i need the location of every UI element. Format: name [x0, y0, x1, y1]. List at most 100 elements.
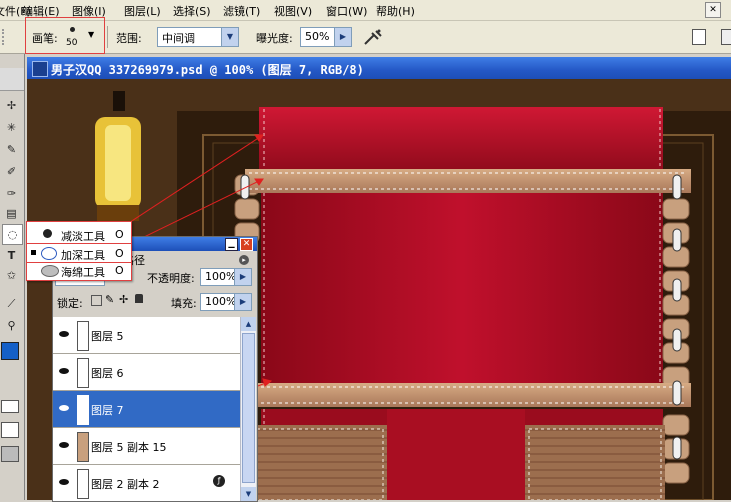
layer-row[interactable]: 图层 5 — [53, 317, 240, 354]
move-tool-icon[interactable]: ✢ — [2, 96, 21, 115]
menu-help[interactable]: 帮助(H) — [376, 3, 415, 19]
flyout-item-label: 海绵工具 — [61, 266, 105, 279]
opacity-input[interactable]: 100% ▶ — [200, 268, 252, 286]
eye-icon[interactable] — [59, 477, 69, 487]
layer-name: 图层 2 副本 2 — [91, 478, 160, 491]
range-label: 范围: — [116, 32, 142, 45]
slice-tool-icon[interactable]: ✎ — [2, 140, 21, 159]
chevron-right-icon[interactable]: ▶ — [234, 269, 251, 285]
layer-thumbnail — [77, 321, 89, 351]
menu-select[interactable]: 选择(S) — [173, 3, 211, 19]
flyout-item-shortcut: O — [115, 247, 124, 260]
scroll-down-icon[interactable]: ▼ — [241, 487, 256, 501]
fill-value: 100% — [205, 295, 237, 308]
minimize-icon[interactable]: ▁ — [225, 238, 238, 251]
selected-bullet-icon — [31, 250, 36, 255]
layer-list: 图层 5 图层 6 图层 7 图层 5 副本 15 图层 2 副本 2 ƒ — [53, 317, 240, 501]
flyout-item-sponge[interactable]: 海绵工具 O — [27, 261, 131, 279]
menu-filter[interactable]: 滤镜(T) — [223, 3, 260, 19]
layer-effects-icon[interactable]: ƒ — [213, 475, 225, 487]
divider — [107, 26, 108, 48]
lock-label: 锁定: — [57, 297, 83, 310]
magic-wand-icon[interactable]: ✳ — [2, 118, 21, 137]
layer-thumbnail — [77, 469, 89, 499]
range-select[interactable]: 中间调 ▼ — [157, 27, 239, 47]
layer-row[interactable]: 图层 2 副本 2 ƒ — [53, 465, 240, 501]
layer-thumbnail — [77, 358, 89, 388]
layer-name: 图层 5 — [91, 330, 124, 343]
tool-flyout-menu: 减淡工具 O 加深工具 O 海绵工具 O — [26, 221, 132, 281]
lock-brush-icon[interactable]: ✎ — [105, 293, 114, 306]
layer-thumbnail — [77, 432, 89, 462]
menu-window[interactable]: 窗口(W) — [326, 3, 367, 19]
menu-layer[interactable]: 图层(L) — [124, 3, 161, 19]
lock-transparency-icon[interactable] — [91, 295, 102, 306]
eyedropper-icon[interactable]: ⟋ — [2, 294, 21, 313]
fill-label: 填充: — [171, 297, 197, 310]
layer-thumbnail — [77, 395, 89, 425]
exposure-label: 曝光度: — [256, 32, 293, 45]
shape-tool-icon[interactable]: ✩ — [2, 266, 21, 285]
burn-tool-icon — [41, 247, 57, 260]
layer-row-selected[interactable]: 图层 7 — [53, 391, 240, 428]
brush-tool-icon[interactable]: ✐ — [2, 162, 21, 181]
panel-menu-icon[interactable]: ▸ — [239, 255, 249, 265]
eye-icon[interactable] — [59, 440, 69, 450]
exposure-input[interactable]: 50% ▶ — [300, 27, 352, 47]
flyout-item-shortcut: O — [115, 264, 124, 277]
brush-dropdown-icon[interactable]: ▼ — [88, 30, 94, 39]
layer-name: 图层 5 副本 15 — [91, 441, 167, 454]
type-tool-icon[interactable]: T — [2, 246, 21, 265]
gradient-tool-icon[interactable]: ▤ — [2, 204, 21, 223]
chevron-right-icon[interactable]: ▶ — [334, 28, 351, 46]
layer-list-scrollbar[interactable]: ▲ ▼ — [240, 317, 256, 501]
burn-tool-icon[interactable]: ◌ — [2, 224, 23, 245]
eye-icon[interactable] — [59, 329, 69, 339]
history-brush-icon[interactable]: ✑ — [2, 184, 21, 203]
dodge-tool-icon — [43, 229, 52, 238]
close-icon[interactable]: ✕ — [240, 238, 253, 251]
imageready-icon[interactable] — [1, 446, 19, 462]
exposure-value: 50% — [305, 30, 330, 43]
menu-bar: 文件(F) 编辑(E) 图像(I) 图层(L) 选择(S) 滤镜(T) 视图(V… — [0, 0, 731, 21]
zoom-tool-icon[interactable]: ⚲ — [2, 316, 21, 335]
toolbox-logo — [0, 68, 24, 91]
document-title: 男子汉QQ 337269979.psd @ 100% (图层 7, RGB/8) — [51, 63, 364, 77]
ps-document-icon — [32, 61, 48, 77]
flyout-item-burn[interactable]: 加深工具 O — [27, 243, 131, 263]
eye-icon[interactable] — [59, 403, 69, 413]
scrollbar-thumb[interactable] — [242, 333, 255, 483]
flyout-item-shortcut: O — [115, 228, 124, 241]
sponge-tool-icon — [41, 265, 59, 277]
chevron-right-icon[interactable]: ▶ — [234, 294, 251, 310]
layer-name: 图层 6 — [91, 367, 124, 380]
flyout-item-label: 减淡工具 — [61, 230, 105, 243]
flyout-item-dodge[interactable]: 减淡工具 O — [27, 225, 131, 243]
scroll-up-icon[interactable]: ▲ — [241, 317, 256, 331]
eye-icon[interactable] — [59, 366, 69, 376]
lock-move-icon[interactable]: ✢ — [119, 293, 128, 306]
quickmask-icon[interactable] — [1, 400, 19, 413]
menu-view[interactable]: 视图(V) — [274, 3, 312, 19]
airbrush-icon[interactable] — [362, 27, 384, 47]
close-icon[interactable]: ✕ — [705, 2, 721, 18]
layer-name: 图层 7 — [91, 404, 124, 417]
brush-size: 50 — [66, 38, 78, 48]
layer-row[interactable]: 图层 6 — [53, 354, 240, 391]
palette-icon[interactable] — [721, 29, 731, 45]
opacity-value: 100% — [205, 270, 237, 283]
lock-all-icon[interactable] — [135, 294, 143, 303]
document-titlebar[interactable]: 男子汉QQ 337269979.psd @ 100% (图层 7, RGB/8) — [27, 57, 731, 79]
brush-preview-icon[interactable] — [70, 27, 75, 32]
foreground-color-swatch[interactable] — [1, 342, 19, 360]
chevron-down-icon[interactable]: ▼ — [221, 28, 238, 46]
layer-row[interactable]: 图层 5 副本 15 — [53, 428, 240, 465]
grip-icon — [2, 29, 10, 45]
palette-well-icon[interactable] — [692, 29, 706, 45]
options-bar: 画笔: 50 ▼ 范围: 中间调 ▼ 曝光度: 50% ▶ — [0, 17, 731, 54]
opacity-label: 不透明度: — [147, 272, 195, 285]
screen-mode-icon[interactable] — [1, 422, 19, 438]
fill-input[interactable]: 100% ▶ — [200, 293, 252, 311]
toolbox: ✢ ✳ ✎ ✐ ✑ ▤ ◌ T ✩ ⟋ ⚲ — [0, 54, 25, 500]
brush-label: 画笔: — [32, 32, 58, 45]
